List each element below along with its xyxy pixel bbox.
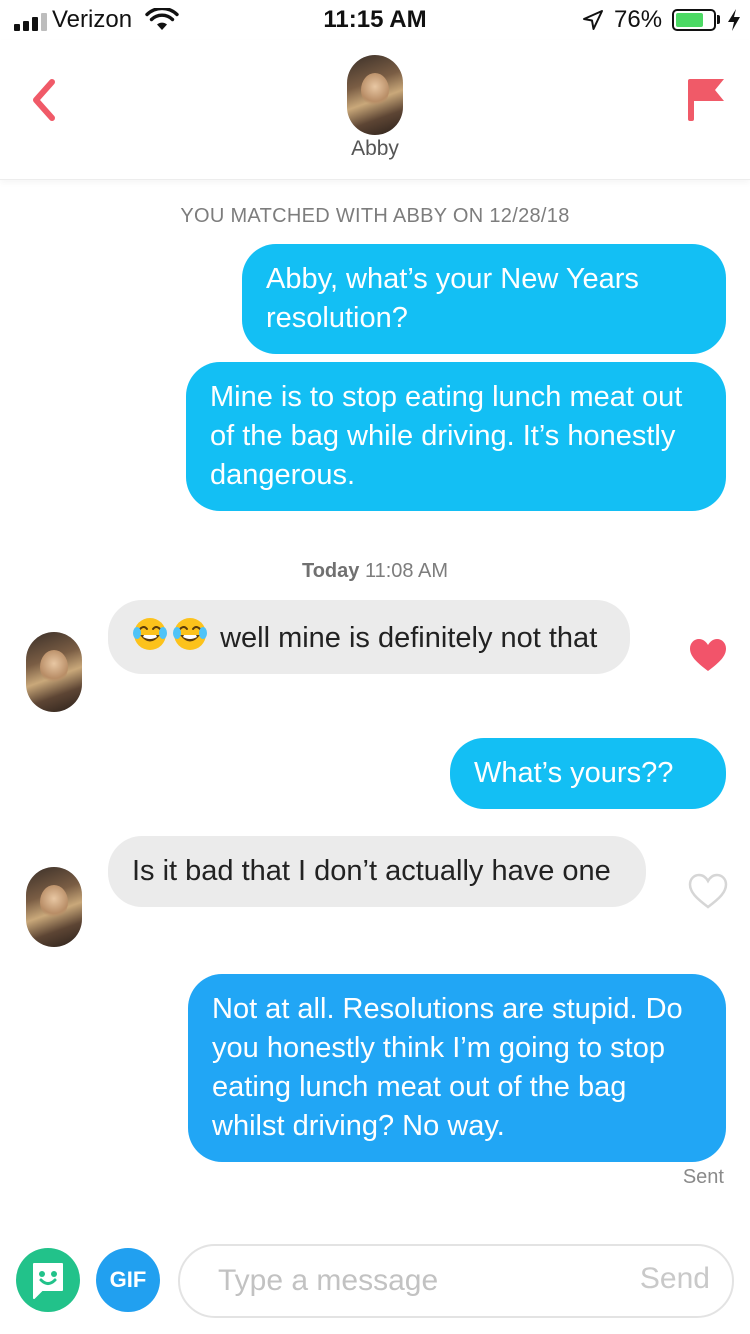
message-input[interactable] bbox=[218, 1246, 598, 1316]
message-bubble-outgoing[interactable]: Mine is to stop eating lunch meat out of… bbox=[186, 362, 726, 511]
heart-outline-icon[interactable] bbox=[688, 872, 728, 912]
heart-filled-icon[interactable] bbox=[688, 636, 728, 676]
conversation-header: Abby bbox=[0, 40, 750, 180]
timestamp-day: Today bbox=[301, 560, 360, 582]
face-with-tears-of-joy-icon bbox=[173, 618, 207, 650]
charging-bolt-icon bbox=[728, 9, 740, 31]
matched-notice: YOU MATCHED WITH ABBY ON 12/28/18 bbox=[180, 205, 570, 227]
message-composer: Send bbox=[178, 1244, 734, 1318]
send-button[interactable]: Send bbox=[640, 1262, 710, 1296]
match-avatar[interactable] bbox=[347, 55, 403, 135]
message-bubble-incoming[interactable]: Is it bad that I don’t actually have one bbox=[108, 836, 646, 907]
sticker-button[interactable] bbox=[16, 1248, 80, 1312]
message-bubble-outgoing[interactable]: Abby, what’s your New Years resolution? bbox=[242, 244, 726, 354]
message-bubble-outgoing[interactable]: Not at all. Resolutions are stupid. Do y… bbox=[188, 974, 726, 1162]
timestamp-time: 11:08 AM bbox=[364, 560, 448, 582]
battery-icon bbox=[672, 9, 716, 31]
match-name[interactable]: Abby bbox=[0, 137, 750, 161]
delivery-status: Sent bbox=[682, 1166, 724, 1188]
battery-percent: 76% bbox=[614, 6, 663, 33]
gif-button[interactable]: GIF bbox=[96, 1248, 160, 1312]
battery-cap bbox=[717, 15, 720, 24]
sticker-face-icon bbox=[33, 1263, 63, 1299]
message-bubble-incoming[interactable]: well mine is definitely not that bbox=[108, 600, 630, 674]
chevron-left-icon bbox=[33, 79, 55, 121]
sender-avatar[interactable] bbox=[26, 867, 82, 947]
back-button[interactable] bbox=[22, 78, 66, 122]
status-bar: Verizon 11:15 AM 76% bbox=[0, 0, 750, 40]
message-timestamp: Today 11:08 AM bbox=[0, 560, 750, 583]
message-text: well mine is definitely not that bbox=[220, 622, 598, 654]
report-flag-icon[interactable] bbox=[680, 74, 730, 124]
face-with-tears-of-joy-icon bbox=[133, 618, 167, 650]
message-bubble-outgoing[interactable]: What’s yours?? bbox=[450, 738, 726, 809]
sender-avatar[interactable] bbox=[26, 632, 82, 712]
battery-fill bbox=[676, 13, 704, 27]
location-arrow-icon bbox=[583, 10, 603, 30]
